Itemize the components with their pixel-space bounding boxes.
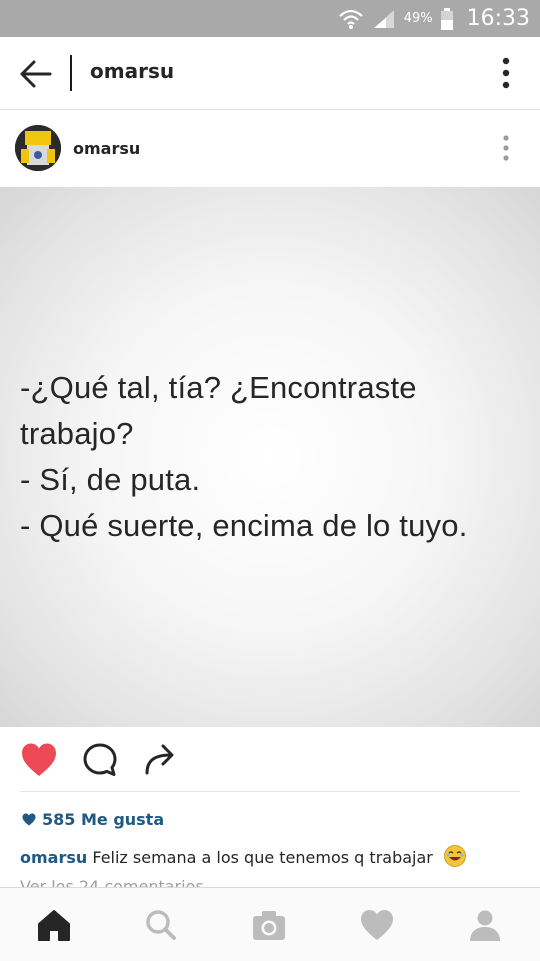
post-image-text: -¿Qué tal, tía? ¿Encontraste trabajo? - … (20, 370, 468, 543)
caption-text: Feliz semana a los que tenemos q trabaja… (92, 848, 433, 867)
home-icon[interactable] (36, 908, 72, 942)
app-bar-divider (70, 55, 72, 91)
post-caption: omarsu Feliz semana a los que tenemos q … (20, 845, 530, 867)
avatar[interactable] (15, 125, 61, 171)
post-username[interactable]: omarsu (73, 139, 140, 158)
profile-icon[interactable] (467, 908, 503, 942)
likes-text: 585 Me gusta (42, 810, 165, 829)
post-header: omarsu (0, 110, 540, 186)
status-time: 16:33 (466, 6, 530, 31)
app-bar: omarsu (0, 37, 540, 110)
page-title: omarsu (90, 59, 175, 83)
arrow-left-icon[interactable] (18, 57, 54, 91)
battery-percent: 49% (403, 11, 433, 26)
comment-bubble-icon[interactable] (82, 742, 118, 778)
search-icon[interactable] (143, 908, 179, 942)
wifi-icon (338, 9, 363, 29)
caption-username[interactable]: omarsu (20, 848, 87, 867)
camera-icon[interactable] (251, 908, 287, 942)
heart-icon[interactable] (359, 908, 395, 942)
likes-count[interactable]: 585 Me gusta (22, 810, 164, 829)
actions-divider (20, 791, 520, 792)
view-comments-link[interactable]: Ver los 24 comentarios (20, 875, 204, 887)
post-actions (0, 728, 540, 792)
battery-icon (440, 7, 453, 30)
laughing-emoji-icon (443, 845, 466, 867)
post-image[interactable]: -¿Qué tal, tía? ¿Encontraste trabajo? - … (0, 187, 540, 727)
signal-icon (373, 9, 394, 28)
bottom-nav (0, 887, 540, 961)
heart-filled-icon[interactable] (20, 742, 58, 778)
heart-small-icon (22, 813, 36, 826)
status-bar: 49% 16:33 (0, 0, 540, 37)
status-icons: 49% 16:33 (338, 0, 530, 37)
share-arrow-icon[interactable] (143, 742, 177, 776)
more-vertical-icon[interactable] (500, 57, 512, 89)
more-vertical-icon[interactable] (502, 135, 510, 161)
